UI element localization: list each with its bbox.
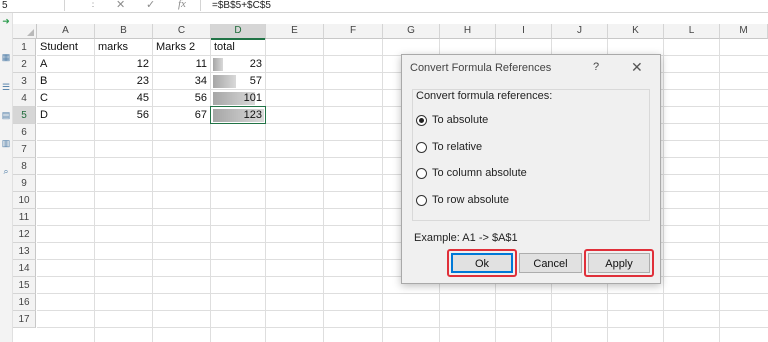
radio-label[interactable]: To row absolute bbox=[432, 194, 509, 207]
apply-highlight bbox=[584, 249, 654, 277]
column-header-a[interactable]: A bbox=[37, 24, 95, 39]
header-cell[interactable]: marks bbox=[95, 39, 152, 56]
left-toolbar: ➜ ▦ ☰ ▤ ▥ ⌕ bbox=[0, 13, 13, 342]
help-icon[interactable]: ? bbox=[593, 61, 599, 73]
cancel-icon[interactable]: ✕ bbox=[116, 0, 125, 11]
table-cell[interactable]: 56 bbox=[95, 107, 152, 124]
column-header-g[interactable]: G bbox=[383, 24, 440, 39]
radio-button[interactable] bbox=[416, 142, 427, 153]
table-cell[interactable]: B bbox=[37, 73, 94, 90]
table-cell[interactable]: 23 bbox=[211, 56, 265, 73]
table-cell[interactable]: 23 bbox=[95, 73, 152, 90]
table-cell[interactable]: 67 bbox=[153, 107, 210, 124]
row-header-4[interactable]: 4 bbox=[13, 90, 36, 107]
radio-button[interactable] bbox=[416, 115, 427, 126]
row-header-11[interactable]: 11 bbox=[13, 209, 36, 226]
gridline-horizontal bbox=[37, 327, 768, 328]
column-header-e[interactable]: E bbox=[266, 24, 324, 39]
column-header-i[interactable]: I bbox=[496, 24, 552, 39]
example-text: Example: A1 -> $A$1 bbox=[414, 232, 518, 244]
gridline-horizontal bbox=[37, 293, 768, 294]
list-icon[interactable]: ☰ bbox=[1, 83, 11, 92]
row-header-6[interactable]: 6 bbox=[13, 124, 36, 141]
table-cell[interactable]: C bbox=[37, 90, 94, 107]
row-header-9[interactable]: 9 bbox=[13, 175, 36, 192]
table-cell[interactable]: 11 bbox=[153, 56, 210, 73]
radio-label[interactable]: To relative bbox=[432, 141, 482, 154]
column-header-m[interactable]: M bbox=[720, 24, 768, 39]
table-cell[interactable]: 45 bbox=[95, 90, 152, 107]
radio-button[interactable] bbox=[416, 168, 427, 179]
gridline-horizontal bbox=[37, 310, 768, 311]
group-label: Convert formula references: bbox=[416, 90, 553, 102]
name-box[interactable]: 5 bbox=[0, 0, 65, 11]
header-cell[interactable]: Student bbox=[37, 39, 94, 56]
column-header-b[interactable]: B bbox=[95, 24, 153, 39]
table-cell[interactable]: A bbox=[37, 56, 94, 73]
close-icon[interactable]: ✕ bbox=[631, 59, 643, 76]
column-header-j[interactable]: J bbox=[552, 24, 608, 39]
row-header-5[interactable]: 5 bbox=[13, 107, 36, 124]
row-header-10[interactable]: 10 bbox=[13, 192, 36, 209]
row-header-1[interactable]: 1 bbox=[13, 39, 36, 56]
row-header-3[interactable]: 3 bbox=[13, 73, 36, 90]
dialog-title: Convert Formula References bbox=[410, 62, 552, 74]
convert-formula-references-dialog: Convert Formula References ? ✕ Convert f… bbox=[401, 54, 661, 284]
select-all-corner[interactable] bbox=[13, 24, 37, 39]
row-header-15[interactable]: 15 bbox=[13, 277, 36, 294]
radio-label[interactable]: To absolute bbox=[432, 114, 488, 127]
find-icon[interactable]: ⌕ bbox=[1, 167, 11, 176]
row-header-17[interactable]: 17 bbox=[13, 311, 36, 328]
column-header-h[interactable]: H bbox=[440, 24, 496, 39]
table-cell[interactable]: 57 bbox=[211, 73, 265, 90]
row-header-13[interactable]: 13 bbox=[13, 243, 36, 260]
ok-highlight bbox=[447, 249, 517, 277]
table-cell[interactable]: 101 bbox=[211, 90, 265, 107]
radio-button[interactable] bbox=[416, 195, 427, 206]
formula-bar: 5 ⋮ ✕ ✓ fx =$B$5+$C$5 bbox=[0, 0, 768, 13]
column-header-d[interactable]: D bbox=[211, 24, 266, 40]
column-header-k[interactable]: K bbox=[608, 24, 664, 39]
insert-function-icon[interactable]: fx bbox=[178, 0, 186, 10]
row-header-14[interactable]: 14 bbox=[13, 260, 36, 277]
columns-icon[interactable]: ▥ bbox=[1, 139, 11, 148]
arrow-right-icon[interactable]: ➜ bbox=[1, 17, 11, 26]
row-header-2[interactable]: 2 bbox=[13, 56, 36, 73]
enter-icon[interactable]: ✓ bbox=[146, 0, 155, 11]
sheet-icon[interactable]: ▦ bbox=[1, 53, 11, 62]
row-header-16[interactable]: 16 bbox=[13, 294, 36, 311]
column-header-c[interactable]: C bbox=[153, 24, 211, 39]
table-cell[interactable]: 34 bbox=[153, 73, 210, 90]
formula-bar-divider bbox=[200, 0, 201, 11]
table-cell[interactable]: D bbox=[37, 107, 94, 124]
row-header-8[interactable]: 8 bbox=[13, 158, 36, 175]
row-header-7[interactable]: 7 bbox=[13, 141, 36, 158]
active-cell-outline bbox=[210, 106, 266, 124]
row-header-12[interactable]: 12 bbox=[13, 226, 36, 243]
table-cell[interactable]: 56 bbox=[153, 90, 210, 107]
name-box-dropdown-icon[interactable]: ⋮ bbox=[88, 0, 98, 9]
radio-label[interactable]: To column absolute bbox=[432, 167, 527, 180]
header-cell[interactable]: total bbox=[211, 39, 265, 56]
header-cell[interactable]: Marks 2 bbox=[153, 39, 210, 56]
column-header-f[interactable]: F bbox=[324, 24, 383, 39]
table-cell[interactable]: 12 bbox=[95, 56, 152, 73]
table-icon[interactable]: ▤ bbox=[1, 111, 11, 120]
cancel-button[interactable]: Cancel bbox=[519, 253, 582, 273]
formula-input[interactable]: =$B$5+$C$5 bbox=[212, 0, 271, 11]
column-header-l[interactable]: L bbox=[664, 24, 720, 39]
